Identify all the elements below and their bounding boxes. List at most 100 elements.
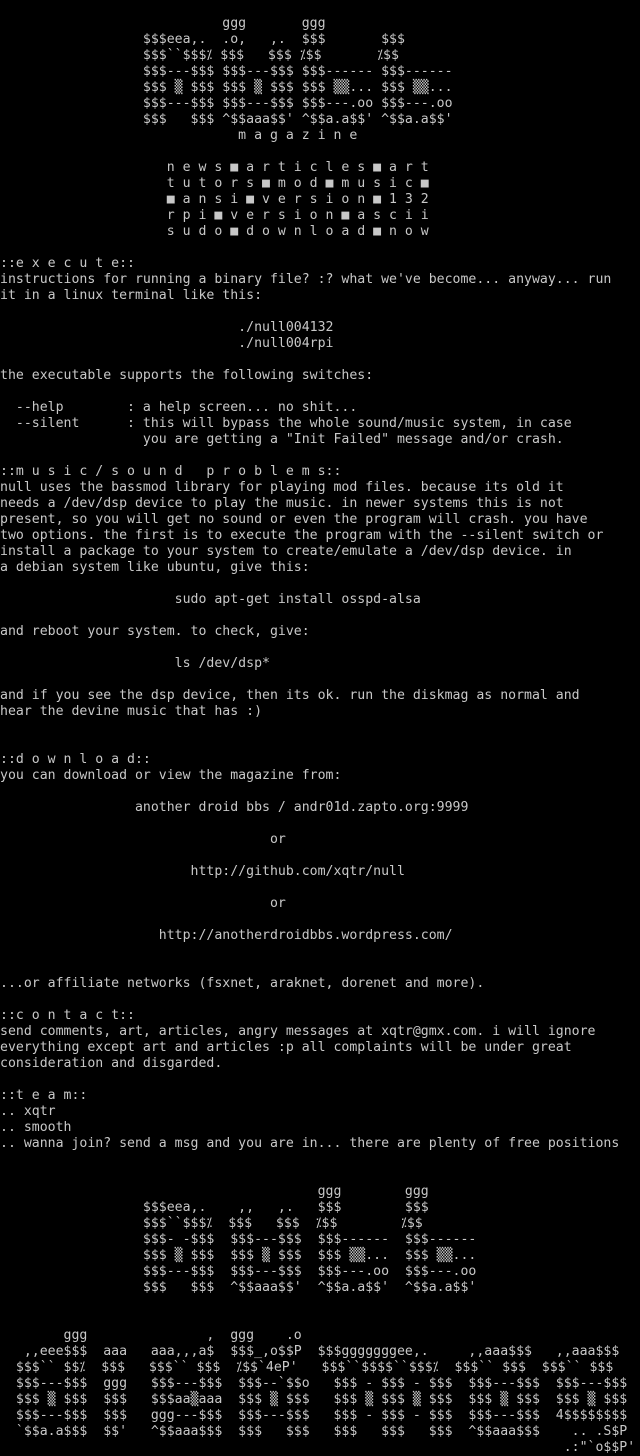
body-text: it in a linux terminal like this: xyxy=(0,288,263,303)
body-text: hear the devine music that has :) xyxy=(0,704,263,719)
section-heading: ::d o w n l o a d:: xyxy=(0,752,151,767)
menu-row[interactable]: r p i ■ v e r s i o n ■ a s c i i xyxy=(0,208,640,224)
spacer xyxy=(0,1152,640,1168)
github-link[interactable]: http://github.com/xqtr/null xyxy=(0,864,640,880)
body-text: two options. the first is to execute the… xyxy=(0,528,604,543)
team-member: .. xqtr xyxy=(0,1104,56,1119)
menu-row[interactable]: ■ a n s i ■ v e r s i o n ■ 1 3 2 xyxy=(0,192,640,208)
magazine-subtitle: m a g a z i n e xyxy=(0,128,358,143)
section-heading: ::e x e c u t e:: xyxy=(0,256,135,271)
logo-line: $$$---$$$ $$$---$$$ $$$---.oo $$$---.oo xyxy=(0,96,453,111)
logo-line: ,,eee$$$ aaa aaa,,,a$ $$$_,o$$P $$$ggggg… xyxy=(0,1344,620,1359)
menu-row[interactable]: t u t o r s ■ m o d ■ m u s i c ■ xyxy=(0,176,640,192)
logo-line: $$$``$$$⁒ $$$ $$$ ⁒$$ ⁒$$ xyxy=(0,1216,423,1231)
or-text: or xyxy=(0,896,286,911)
body-text: ...or affiliate networks (fsxnet, arakne… xyxy=(0,976,485,991)
logo-line: $$$ ▒ $$$ $$$ ▒ $$$ $$$ ▒▒... $$$ ▒▒... xyxy=(0,1248,477,1263)
body-text: needs a /dev/dsp device to play the musi… xyxy=(0,496,564,511)
logo-line: $$$ ▒ $$$ $$$ $$$aa▒aaa $$$ ▒ $$$ $$$ ▒ … xyxy=(0,1392,628,1407)
body-text: you can download or view the magazine fr… xyxy=(0,768,342,783)
spacer xyxy=(0,144,640,160)
main-menu: n e w s ■ a r t i c l e s ■ a r t t u t … xyxy=(0,160,640,240)
switch-silent-cont: you are getting a "Init Failed" message … xyxy=(0,432,564,447)
logo-line: .:"`o$$P' xyxy=(0,1440,636,1455)
spacer xyxy=(0,1296,640,1312)
or-text: or xyxy=(0,832,286,847)
switch-silent: --silent : this will bypass the whole so… xyxy=(0,416,572,431)
body-text: null uses the bassmod library for playin… xyxy=(0,480,564,495)
section-heading: ::t e a m:: xyxy=(0,1088,88,1103)
logo-line: ggg ggg xyxy=(0,16,326,31)
logo-line: `$$a.a$$$ $$' ^$$aaa$$$ $$$ $$$ $$$ $$$ … xyxy=(0,1424,628,1439)
logo-line: $$$``$$$⁒ $$$ $$$ ⁒$$ ⁒$$ xyxy=(0,48,399,63)
logo-line: $$$---$$$ $$$---$$$ $$$---.oo $$$---.oo xyxy=(0,1264,477,1279)
bbs-link[interactable]: another droid bbs / andr01d.zapto.org:99… xyxy=(0,800,640,816)
body-text: present, so you will get no sound or eve… xyxy=(0,512,588,527)
anotherdroid-logo: ggg , ggg .o ,,eee$$$ aaa aaa,,,a$ $$$_,… xyxy=(0,1328,640,1456)
execute-section: ::e x e c u t e:: instructions for runnin… xyxy=(0,256,640,464)
body-text: everything except art and articles :p al… xyxy=(0,1040,572,1055)
logo-line: $$$eea,. ,, ,. $$$ $$$ xyxy=(0,1200,429,1215)
body-text: send comments, art, articles, angry mess… xyxy=(0,1024,596,1039)
command-line: ./null004rpi xyxy=(0,336,334,351)
switch-help: --help : a help screen... no shit... xyxy=(0,400,358,415)
team-section: ::t e a m::.. xqtr.. smooth.. wanna join… xyxy=(0,1088,640,1152)
command-line: ls /dev/dsp* xyxy=(0,656,270,671)
section-heading: ::c o n t a c t:: xyxy=(0,1008,135,1023)
body-text: install a package to your system to crea… xyxy=(0,544,572,559)
menu-row[interactable]: n e w s ■ a r t i c l e s ■ a r t xyxy=(0,160,640,176)
spacer xyxy=(0,1168,640,1184)
logo-line: ggg , ggg .o xyxy=(0,1328,302,1343)
logo-line: $$$---$$$ $$$---$$$ $$$------ $$$------ xyxy=(0,64,453,79)
download-section: ::d o w n l o a d:: you can download or v… xyxy=(0,752,640,1008)
body-text: a debian system like ubuntu, give this: xyxy=(0,560,310,575)
spacer xyxy=(0,1312,640,1328)
body-text: and if you see the dsp device, then its … xyxy=(0,688,580,703)
team-member: .. smooth xyxy=(0,1120,72,1135)
logo-line: $$$ $$$ ^$$aaa$$' ^$$a.a$$' ^$$a.a$$' xyxy=(0,112,453,127)
logo-line: ggg ggg xyxy=(0,1184,429,1199)
team-join-text: .. wanna join? send a msg and you are in… xyxy=(0,1136,620,1151)
logo-line: $$$`` $$⁒ $$$ $$$`` $$$ ⁒$$`4eP' $$$``$$… xyxy=(0,1360,614,1375)
body-text: instructions for running a binary file? … xyxy=(0,272,612,287)
body-text: and reboot your system. to check, give: xyxy=(0,624,310,639)
music-section: ::m u s i c / s o u n d p r o b l e m s:… xyxy=(0,464,640,752)
wordpress-link[interactable]: http://anotherdroidbbs.wordpress.com/ xyxy=(0,928,640,944)
terminal-screen: ggg ggg $$$eea,. .o, ,. $$$ $$$ $$$``$$$… xyxy=(0,16,640,1456)
command-line: sudo apt-get install osspd-alsa xyxy=(0,592,421,607)
logo-line: $$$- -$$$ $$$---$$$ $$$------ $$$------ xyxy=(0,1232,477,1247)
logo-line: $$$ $$$ ^$$aaa$$' ^$$a.a$$' ^$$a.a$$' xyxy=(0,1280,477,1295)
contact-section: ::c o n t a c t:: send comments, art, art… xyxy=(0,1008,640,1088)
null-magazine-logo: ggg ggg $$$eea,. .o, ,. $$$ $$$ $$$``$$$… xyxy=(0,16,640,144)
body-text: the executable supports the following sw… xyxy=(0,368,374,383)
command-line: ./null004132 xyxy=(0,320,334,335)
spacer xyxy=(0,240,640,256)
menu-row[interactable]: s u d o ■ d o w n l o a d ■ n o w xyxy=(0,224,640,240)
logo-line: $$$---$$$ ggg $$$---$$$ $$$--`$$o $$$ - … xyxy=(0,1376,628,1391)
section-heading: ::m u s i c / s o u n d p r o b l e m s:… xyxy=(0,464,342,479)
logo-line: $$$eea,. .o, ,. $$$ $$$ xyxy=(0,32,405,47)
body-text: consideration and disgarded. xyxy=(0,1056,223,1071)
logo-line: $$$ ▒ $$$ $$$ ▒ $$$ $$$ ▒▒... $$$ ▒▒... xyxy=(0,80,453,95)
null-logo-bottom: ggg ggg $$$eea,. ,, ,. $$$ $$$ $$$``$$$⁒… xyxy=(0,1184,640,1296)
logo-line: $$$---$$$ $$$ ggg---$$$ $$$---$$$ $$$ - … xyxy=(0,1408,628,1423)
